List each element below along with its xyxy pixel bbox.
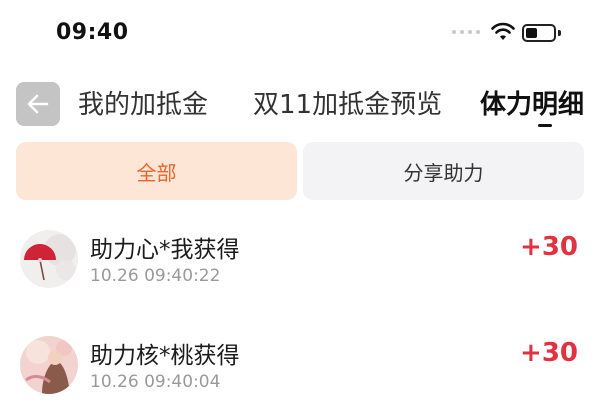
tab-double11-preview[interactable]: 双11加抵金预览 <box>253 84 442 121</box>
battery-tip <box>558 30 561 36</box>
tab-stamina-details[interactable]: 体力明细 <box>480 84 584 121</box>
active-tab-indicator <box>538 124 552 127</box>
arrow-left-icon <box>27 94 49 114</box>
filter-all-button[interactable]: 全部 <box>16 142 297 200</box>
record-time: 10.26 09:40:22 <box>90 266 221 286</box>
record-time: 10.26 09:40:04 <box>90 372 221 392</box>
tab-my-credit[interactable]: 我的加抵金 <box>78 84 208 121</box>
wifi-icon <box>491 22 515 40</box>
avatar <box>20 336 78 394</box>
list-item: 助力核*桃获得 10.26 09:40:04 +30 <box>0 326 600 411</box>
battery-icon <box>522 24 556 42</box>
list-item: 助力心*我获得 10.26 09:40:22 +30 <box>0 220 600 310</box>
record-title: 助力核*桃获得 <box>90 343 240 369</box>
avatar <box>20 230 78 288</box>
signal-icon <box>452 30 480 34</box>
status-time: 09:40 <box>56 20 129 45</box>
nav-header: 我的加抵金 双11加抵金预览 体力明细 <box>0 72 600 132</box>
filter-share-boost-button[interactable]: 分享助力 <box>303 142 584 200</box>
status-bar: 09:40 <box>0 0 600 70</box>
record-points: +30 <box>520 338 578 368</box>
record-points: +30 <box>520 232 578 262</box>
back-button[interactable] <box>16 82 60 126</box>
record-title: 助力心*我获得 <box>90 237 240 263</box>
